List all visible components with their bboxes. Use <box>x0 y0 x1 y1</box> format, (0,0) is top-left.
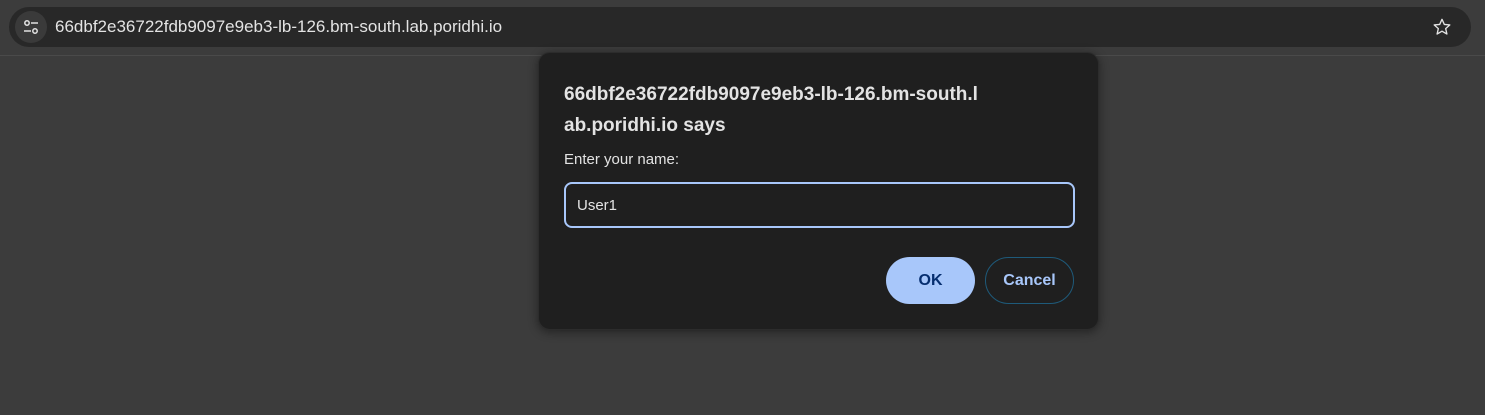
tune-icon <box>24 20 38 34</box>
star-outline-icon <box>1433 18 1451 35</box>
dialog-title: 66dbf2e36722fdb9097e9eb3-lb-126.bm-south… <box>564 84 978 136</box>
address-bar[interactable]: 66dbf2e36722fdb9097e9eb3-lb-126.bm-south… <box>9 7 1471 47</box>
name-input[interactable] <box>564 182 1075 228</box>
prompt-dialog: 66dbf2e36722fdb9097e9eb3-lb-126.bm-south… <box>538 52 1099 330</box>
browser-toolbar: 66dbf2e36722fdb9097e9eb3-lb-126.bm-south… <box>0 0 1485 56</box>
dialog-message: Enter your name: <box>564 151 680 168</box>
site-info-button[interactable] <box>15 11 47 43</box>
ok-button[interactable]: OK <box>886 257 975 304</box>
cancel-button[interactable]: Cancel <box>985 257 1074 304</box>
bookmark-button[interactable] <box>1431 16 1453 38</box>
url-text[interactable]: 66dbf2e36722fdb9097e9eb3-lb-126.bm-south… <box>55 7 502 47</box>
